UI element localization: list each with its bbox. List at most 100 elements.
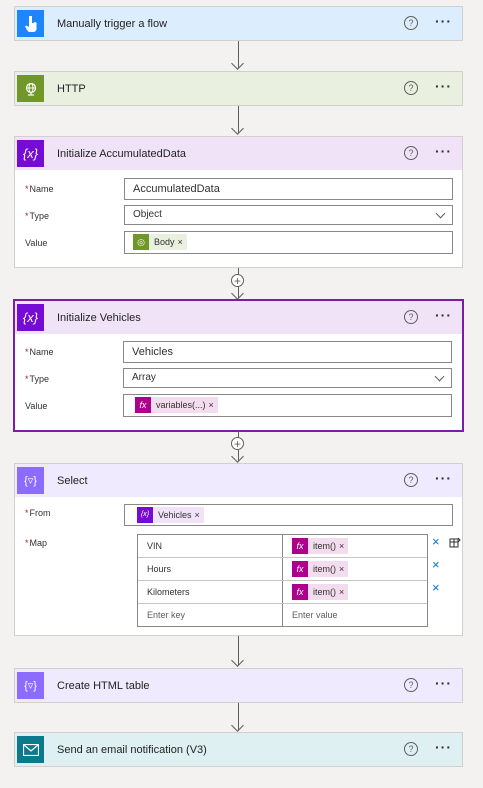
trigger-card[interactable]: Manually trigger a flow ? ··· [14, 6, 463, 41]
send-email-card[interactable]: Send an email notification (V3) ? ··· [14, 732, 463, 767]
item-token-remove-icon[interactable]: × [339, 535, 348, 557]
init-accumulateddata-help-icon[interactable]: ? [404, 146, 418, 160]
connector-arrow [231, 719, 244, 732]
delete-row-icon[interactable]: × [432, 557, 440, 572]
send-email-help-icon[interactable]: ? [404, 742, 418, 756]
init-vehicles-title: Initialize Vehicles [57, 311, 141, 324]
type-row: *Type Object [15, 205, 462, 232]
item-token-remove-icon[interactable]: × [339, 558, 348, 580]
map-value[interactable]: fx item() × [283, 581, 427, 603]
data-operation-icon: {▿} [17, 672, 44, 699]
variables-token-remove-icon[interactable]: × [209, 395, 218, 415]
name-label: *Name [25, 347, 54, 357]
item-token-label: item() [313, 541, 336, 551]
init-accumulateddata-title: Initialize AccumulatedData [57, 147, 187, 160]
hand-tap-icon [17, 10, 44, 37]
insert-step-plus-icon[interactable]: + [231, 274, 244, 287]
init-vehicles-card[interactable]: {x} Initialize Vehicles ? ··· *Name Vehi… [14, 300, 463, 431]
body-token-label: Body [154, 237, 175, 247]
create-html-table-card[interactable]: {▿} Create HTML table ? ··· [14, 668, 463, 703]
type-value: Array [132, 372, 156, 383]
connector-arrow [231, 654, 244, 667]
variable-icon: {x} [17, 304, 44, 331]
http-card[interactable]: HTTP ? ··· [14, 71, 463, 106]
name-label: *Name [25, 184, 54, 194]
name-field[interactable]: Vehicles [123, 341, 452, 363]
init-vehicles-help-icon[interactable]: ? [404, 310, 418, 324]
http-more-icon[interactable]: ··· [435, 78, 452, 94]
init-accumulateddata-header[interactable]: {x} Initialize AccumulatedData ? ··· [15, 137, 462, 170]
item-token[interactable]: fx item() × [292, 581, 349, 603]
item-token[interactable]: fx item() × [292, 535, 349, 557]
send-email-header[interactable]: Send an email notification (V3) ? ··· [15, 733, 462, 766]
globe-icon: ◎ [133, 234, 149, 250]
select-card[interactable]: {▿} Select ? ··· *From {x} Vehicles × *M… [14, 463, 463, 636]
map-row: Hours fx item() × [138, 558, 427, 581]
item-token[interactable]: fx item() × [292, 558, 349, 580]
connector-arrow [231, 287, 244, 300]
create-html-table-help-icon[interactable]: ? [404, 678, 418, 692]
from-field[interactable]: {x} Vehicles × [124, 504, 453, 526]
init-accumulateddata-card[interactable]: {x} Initialize AccumulatedData ? ··· *Na… [14, 136, 463, 268]
type-dropdown[interactable]: Array [123, 368, 452, 388]
send-email-more-icon[interactable]: ··· [435, 739, 452, 755]
function-icon: fx [292, 561, 308, 577]
chevron-down-icon[interactable] [434, 371, 445, 382]
send-email-title: Send an email notification (V3) [57, 743, 207, 756]
function-icon: fx [292, 584, 308, 600]
variables-token-label: variables(...) [156, 400, 206, 410]
create-html-table-more-icon[interactable]: ··· [435, 675, 452, 691]
value-field[interactable]: fx variables(...) × [123, 394, 452, 417]
trigger-card-header[interactable]: Manually trigger a flow ? ··· [15, 7, 462, 40]
init-accumulateddata-more-icon[interactable]: ··· [435, 143, 452, 159]
body-token-remove-icon[interactable]: × [178, 232, 187, 252]
switch-to-text-mode-icon[interactable] [449, 537, 461, 552]
type-row: *Type Array [15, 368, 462, 395]
enter-key-input[interactable]: Enter key [138, 604, 283, 626]
select-title: Select [57, 474, 88, 487]
delete-row-icon[interactable]: × [432, 580, 440, 595]
map-value[interactable]: fx item() × [283, 535, 427, 557]
map-table: VIN fx item() × Hours fx item() × Kilome… [137, 534, 428, 627]
select-help-icon[interactable]: ? [404, 473, 418, 487]
map-key[interactable]: Kilometers [138, 581, 283, 603]
create-html-table-header[interactable]: {▿} Create HTML table ? ··· [15, 669, 462, 702]
map-key[interactable]: VIN [138, 535, 283, 557]
http-help-icon[interactable]: ? [404, 81, 418, 95]
insert-step-plus-icon[interactable]: + [231, 437, 244, 450]
map-key[interactable]: Hours [138, 558, 283, 580]
from-row: *From {x} Vehicles × [15, 504, 462, 531]
map-row: Kilometers fx item() × [138, 581, 427, 604]
map-value[interactable]: fx item() × [283, 558, 427, 580]
type-label: *Type [25, 211, 50, 221]
init-vehicles-more-icon[interactable]: ··· [435, 307, 452, 323]
globe-icon [17, 75, 44, 102]
delete-row-icon[interactable]: × [432, 534, 440, 549]
http-card-header[interactable]: HTTP ? ··· [15, 72, 462, 105]
chevron-down-icon[interactable] [435, 208, 446, 219]
type-dropdown[interactable]: Object [124, 205, 453, 225]
select-header[interactable]: {▿} Select ? ··· [15, 464, 462, 497]
vehicles-token-remove-icon[interactable]: × [195, 505, 204, 525]
init-vehicles-header[interactable]: {x} Initialize Vehicles ? ··· [15, 301, 462, 334]
select-more-icon[interactable]: ··· [435, 470, 452, 486]
connector-arrow [231, 122, 244, 135]
vehicles-token[interactable]: {x} Vehicles × [137, 507, 204, 523]
item-token-label: item() [313, 564, 336, 574]
function-icon: fx [135, 397, 151, 413]
enter-value-input[interactable]: Enter value [283, 604, 427, 626]
trigger-help-icon[interactable]: ? [404, 16, 418, 30]
map-label: *Map [25, 538, 48, 548]
body-token[interactable]: ◎ Body × [133, 234, 187, 250]
connector-arrow [231, 450, 244, 463]
value-field[interactable]: ◎ Body × [124, 231, 453, 254]
value-row: Value ◎ Body × [15, 231, 462, 259]
trigger-more-icon[interactable]: ··· [435, 13, 452, 29]
value-label: Value [25, 401, 48, 411]
name-field[interactable]: AccumulatedData [124, 178, 453, 200]
name-row: *Name AccumulatedData [15, 178, 462, 205]
data-operation-icon: {▿} [17, 467, 44, 494]
value-label: Value [25, 238, 48, 248]
variables-token[interactable]: fx variables(...) × [135, 397, 218, 413]
item-token-remove-icon[interactable]: × [339, 581, 348, 603]
